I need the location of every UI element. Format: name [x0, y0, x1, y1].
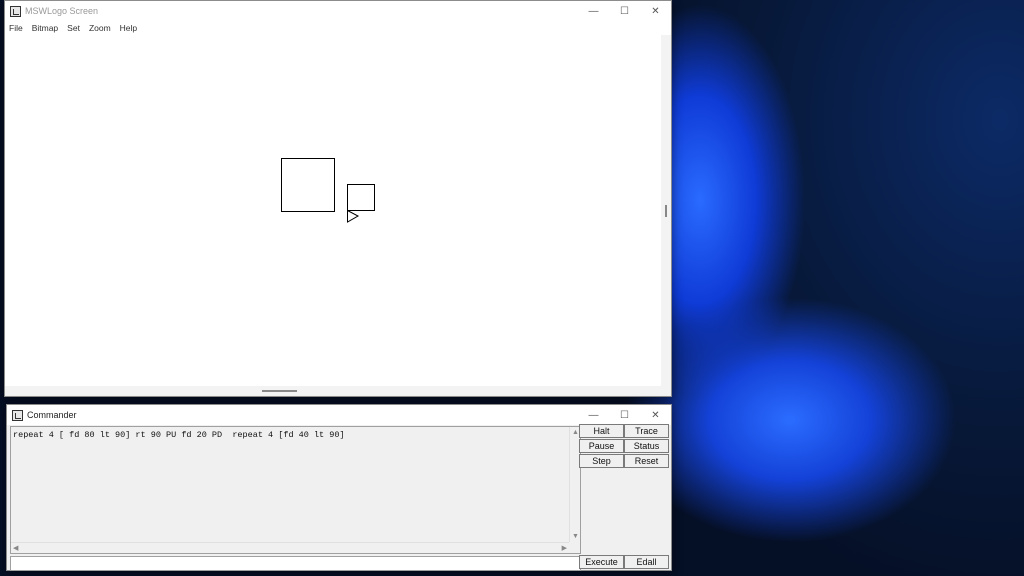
maximize-button[interactable]: ☐: [609, 1, 640, 21]
vertical-scroll-thumb[interactable]: [665, 205, 667, 217]
canvas-horizontal-scrollbar[interactable]: [5, 386, 671, 396]
maximize-button[interactable]: ☐: [609, 405, 640, 425]
scroll-down-icon[interactable]: ▼: [572, 533, 579, 540]
logo-screen-titlebar[interactable]: MSWLogo Screen — ☐ ✕: [5, 1, 671, 21]
commander-titlebar[interactable]: Commander — ☐ ✕: [7, 405, 671, 425]
turtle-canvas[interactable]: [5, 35, 661, 386]
command-history-list[interactable]: repeat 4 [ fd 80 lt 90] rt 90 PU fd 20 P…: [10, 426, 581, 554]
menu-set[interactable]: Set: [67, 23, 80, 33]
scroll-up-icon[interactable]: ▲: [572, 429, 579, 436]
menu-bitmap[interactable]: Bitmap: [32, 23, 58, 33]
edall-button[interactable]: Edall: [624, 555, 669, 569]
scroll-right-icon[interactable]: ▶: [562, 545, 567, 552]
large-square: [281, 158, 335, 212]
turtle-icon: [347, 209, 360, 223]
menubar: File Bitmap Set Zoom Help: [5, 21, 671, 35]
pause-button[interactable]: Pause: [579, 439, 624, 453]
step-button[interactable]: Step: [579, 454, 624, 468]
turtle-drawing: [281, 158, 375, 223]
window-title: MSWLogo Screen: [25, 6, 99, 16]
scroll-left-icon[interactable]: ◀: [13, 545, 18, 552]
halt-button[interactable]: Halt: [579, 424, 624, 438]
close-button[interactable]: ✕: [640, 405, 671, 425]
window-title: Commander: [27, 410, 77, 420]
execute-button[interactable]: Execute: [579, 555, 624, 569]
app-icon: [12, 409, 23, 421]
close-button[interactable]: ✕: [640, 1, 671, 21]
history-horizontal-scrollbar[interactable]: ◀ ▶: [11, 542, 569, 553]
canvas-vertical-scrollbar[interactable]: [661, 35, 671, 386]
horizontal-scroll-thumb[interactable]: [262, 390, 297, 392]
small-square: [347, 184, 375, 211]
trace-button[interactable]: Trace: [624, 424, 669, 438]
command-input[interactable]: [10, 556, 581, 571]
menu-zoom[interactable]: Zoom: [89, 23, 111, 33]
menu-file[interactable]: File: [9, 23, 23, 33]
minimize-button[interactable]: —: [578, 405, 609, 425]
status-button[interactable]: Status: [624, 439, 669, 453]
reset-button[interactable]: Reset: [624, 454, 669, 468]
minimize-button[interactable]: —: [578, 1, 609, 21]
menu-help[interactable]: Help: [120, 23, 137, 33]
app-icon: [10, 5, 21, 17]
history-entry[interactable]: repeat 4 [ fd 80 lt 90] rt 90 PU fd 20 P…: [13, 430, 345, 440]
logo-screen-window: MSWLogo Screen — ☐ ✕ File Bitmap Set Zoo…: [4, 0, 672, 397]
commander-window: Commander — ☐ ✕ repeat 4 [ fd 80 lt 90] …: [6, 404, 672, 571]
